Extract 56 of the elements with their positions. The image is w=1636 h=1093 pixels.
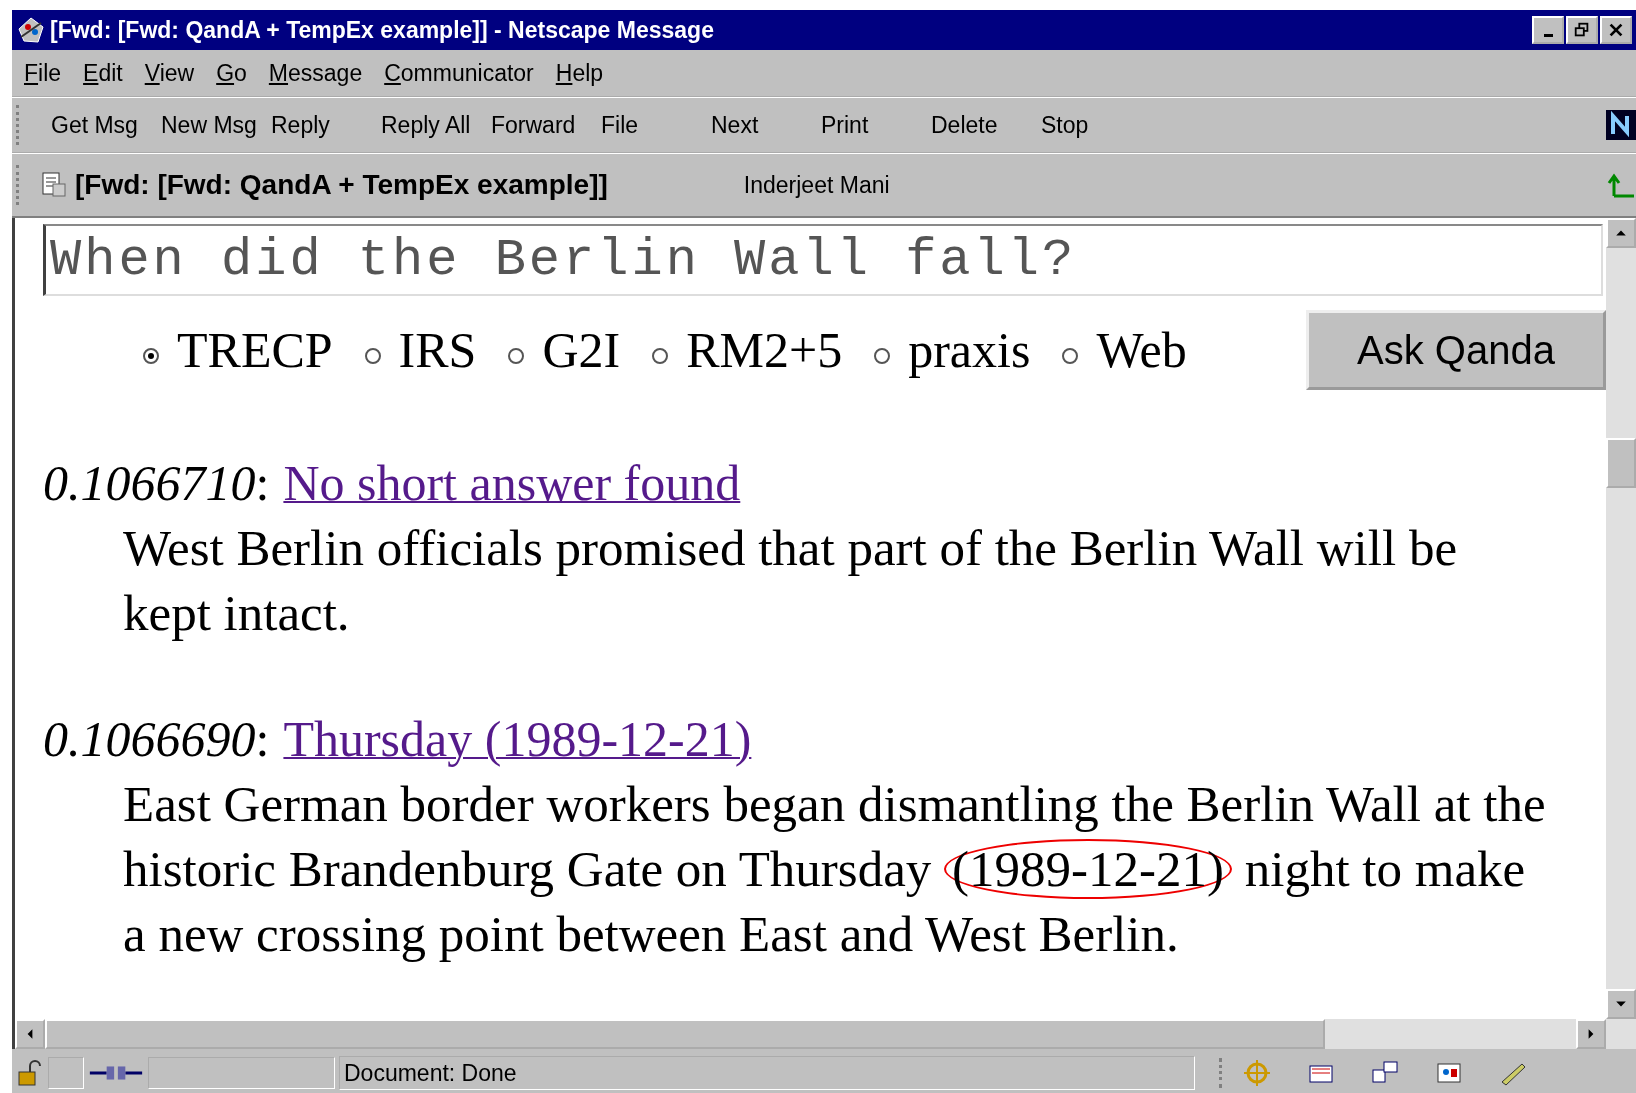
- radio-button[interactable]: [364, 348, 381, 364]
- answer-link[interactable]: No short answer found: [283, 454, 741, 512]
- radio-label[interactable]: G2I: [542, 321, 621, 379]
- radio-button[interactable]: [652, 348, 669, 364]
- message-subject: [Fwd: [Fwd: QandA + TempEx example]]: [75, 169, 608, 201]
- score-separator: :: [255, 710, 270, 768]
- status-panel: [48, 1057, 84, 1089]
- radio-button[interactable]: [874, 348, 891, 364]
- answer-passage: East German border workers began dismantling the Berlin Wall at the historic Brandenburg Gate on Thursday (1989-12-21) night to make a new crossing point between East and West Berlin.: [123, 775, 1547, 964]
- score-separator: :: [255, 454, 270, 512]
- app-icon: [16, 15, 46, 45]
- restore-button[interactable]: [1566, 16, 1598, 44]
- radio-button[interactable]: [1062, 348, 1079, 364]
- toolbar-button[interactable]: New Msg: [161, 111, 271, 139]
- window-title: [Fwd: [Fwd: QandA + TempEx example]] - Netscape Message: [50, 16, 714, 44]
- radio-label[interactable]: Web: [1096, 321, 1187, 379]
- toolbar-button[interactable]: Delete: [931, 111, 1041, 139]
- toolbar-button[interactable]: Print: [821, 111, 931, 139]
- answer-score: 0.1066710: [43, 454, 256, 512]
- vertical-scrollbar[interactable]: [1606, 218, 1636, 1019]
- radio-button[interactable]: [143, 348, 159, 364]
- radio-label[interactable]: praxis: [908, 321, 1031, 379]
- radio-button[interactable]: [508, 348, 525, 364]
- minimize-icon: [1543, 33, 1553, 37]
- restore-icon: [1573, 21, 1591, 39]
- question-field[interactable]: When did the Berlin Wall fall?: [43, 224, 1603, 296]
- close-button[interactable]: [1600, 16, 1632, 44]
- scroll-thumb[interactable]: [1606, 438, 1636, 488]
- scroll-thumb[interactable]: [45, 1019, 1325, 1049]
- radio-label[interactable]: RM2+5: [686, 321, 843, 379]
- toolbar-button[interactable]: Next: [711, 111, 821, 139]
- toolbar-button[interactable]: Reply: [271, 111, 381, 139]
- radio-label[interactable]: TRECP: [177, 321, 333, 379]
- answer-passage: West Berlin officials promised that part of the Berlin Wall will be kept intact.: [123, 519, 1459, 643]
- radio-label[interactable]: IRS: [398, 321, 477, 379]
- toolbar-button[interactable]: Reply All: [381, 111, 491, 139]
- toolbar-button[interactable]: Stop: [1041, 111, 1151, 139]
- menu-item[interactable]: File: [24, 59, 62, 87]
- horizontal-scrollbar[interactable]: [15, 1019, 1636, 1049]
- answer-score: 0.1066690: [43, 710, 256, 768]
- toolbar-button[interactable]: Forward: [491, 111, 601, 139]
- menu-item[interactable]: View: [144, 59, 195, 87]
- toolbar-button[interactable]: File: [601, 111, 711, 139]
- ask-button[interactable]: Ask Qanda: [1306, 310, 1606, 390]
- document-icon: [39, 170, 69, 200]
- status-text: Document: Done: [339, 1056, 1195, 1090]
- message-sender: Inderjeet Mani: [743, 171, 890, 199]
- menu-item[interactable]: Go: [216, 59, 247, 87]
- menu-item[interactable]: Communicator: [384, 59, 534, 87]
- menu-item[interactable]: Edit: [83, 59, 123, 87]
- menu-item[interactable]: Message: [268, 59, 363, 87]
- toolbar-button[interactable]: Get Msg: [51, 111, 161, 139]
- close-icon: [1607, 21, 1625, 39]
- menu-item[interactable]: Help: [555, 59, 604, 87]
- minimize-button[interactable]: [1532, 16, 1564, 44]
- answer-link[interactable]: Thursday (1989-12-21): [283, 710, 752, 768]
